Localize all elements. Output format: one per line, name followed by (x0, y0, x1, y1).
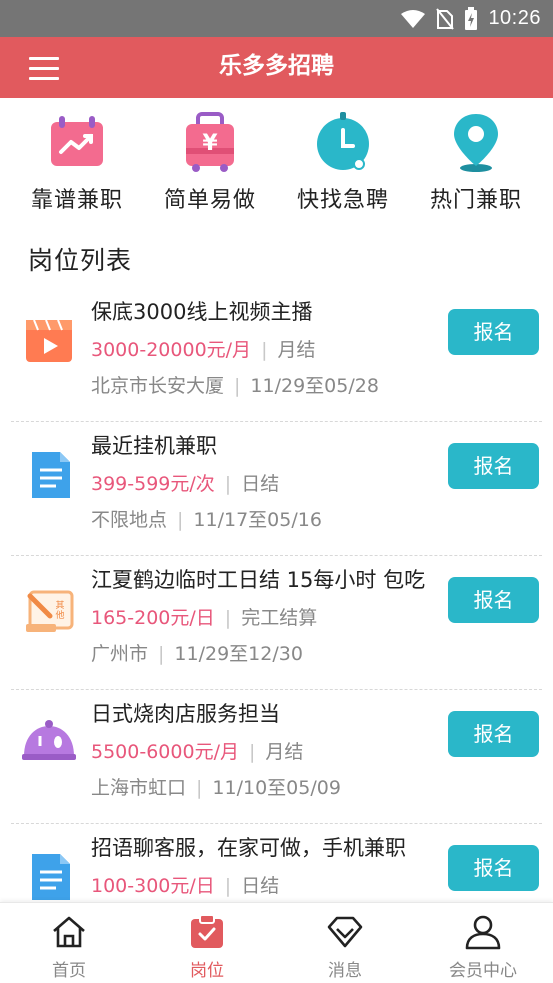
job-dates: 11/29至05/28 (250, 375, 379, 397)
job-pay: 5500-6000元/月 | 月结 (91, 741, 304, 763)
clock-icon (317, 112, 369, 170)
job-title: 招语聊客服，在家可做，手机兼职 (91, 836, 406, 860)
job-salary: 3000-20000元/月 (91, 339, 252, 361)
svg-text:¥: ¥ (202, 131, 218, 156)
document-icon (32, 452, 70, 498)
category-label: 简单易做 (163, 188, 256, 213)
apply-button[interactable]: 报名 (448, 711, 539, 757)
job-pay: 3000-20000元/月 | 月结 (91, 339, 316, 361)
job-info: 不限地点 | 11/17至05/16 (91, 509, 322, 531)
document-icon (32, 854, 70, 900)
user-icon (465, 915, 501, 950)
job-dates: 11/29至12/30 (174, 643, 303, 665)
job-location: 北京市长安大厦 (91, 375, 225, 397)
category-urgent-hiring[interactable]: 快找急聘 (278, 100, 408, 218)
section-title: 岗位列表 (28, 246, 133, 275)
svg-text:其: 其 (55, 600, 64, 611)
status-bar: 10:26 (0, 0, 553, 37)
job-pay: 100-300元/日 | 日结 (91, 875, 280, 897)
nav-label: 岗位 (190, 961, 224, 981)
job-info: 上海市虹口 | 11/10至05/09 (91, 777, 341, 799)
job-settlement: 日结 (241, 473, 280, 495)
job-settlement: 月结 (265, 741, 304, 763)
job-info: 广州市 | 11/29至12/30 (91, 643, 303, 665)
nav-messages[interactable]: 消息 (276, 903, 414, 983)
app-bar: 乐多多招聘 (0, 37, 553, 98)
job-settlement: 月结 (277, 339, 316, 361)
video-play-icon (26, 319, 72, 362)
other-pen-icon: 其 他 (26, 590, 74, 632)
nav-jobs[interactable]: 岗位 (138, 903, 276, 983)
wifi-icon (401, 9, 426, 28)
job-title: 日式烧肉店服务担当 (91, 702, 280, 726)
job-dates: 11/10至05/09 (212, 777, 341, 799)
job-settlement: 日结 (241, 875, 280, 897)
bottom-nav: 首页 岗位 消息 会员中心 (0, 902, 553, 983)
status-icons: 10:26 (400, 0, 541, 37)
job-dates: 11/17至05/16 (193, 509, 322, 531)
no-sim-icon (436, 7, 455, 30)
clipboard-check-icon (191, 914, 223, 948)
status-time: 10:26 (488, 7, 541, 29)
home-icon (53, 916, 85, 948)
job-item[interactable]: 招语聊客服，在家可做，手机兼职 100-300元/日 | 日结 报名 (0, 824, 553, 902)
job-title: 江夏鹤边临时工日结 15每小时 包吃 (91, 568, 426, 592)
job-pay: 165-200元/日 | 完工结算 (91, 607, 318, 629)
job-title: 最近挂机兼职 (91, 434, 217, 458)
job-salary: 399-599元/次 (91, 473, 215, 495)
job-item[interactable]: 最近挂机兼职 399-599元/次 | 日结 不限地点 | 11/17至05/16 报名 (0, 422, 553, 556)
diamond-icon (327, 916, 363, 948)
job-title: 保底3000线上视频主播 (91, 300, 313, 324)
category-reliable-parttime[interactable]: 靠谱兼职 (12, 100, 142, 218)
apply-button[interactable]: 报名 (448, 309, 539, 355)
job-list[interactable]: 保底3000线上视频主播 3000-20000元/月 | 月结 北京市长安大厦 | 11… (0, 288, 553, 902)
nav-home[interactable]: 首页 (0, 903, 138, 983)
page-title: 乐多多招聘 (219, 53, 334, 79)
chart-board-icon (51, 116, 103, 166)
category-label: 快找急聘 (296, 188, 389, 213)
job-info: 北京市长安大厦 | 11/29至05/28 (91, 375, 379, 397)
nav-member-center[interactable]: 会员中心 (414, 903, 552, 983)
job-location: 上海市虹口 (91, 777, 187, 799)
nav-label: 会员中心 (449, 961, 517, 981)
battery-charging-icon (465, 6, 478, 30)
job-item[interactable]: 保底3000线上视频主播 3000-20000元/月 | 月结 北京市长安大厦 | 11… (0, 288, 553, 422)
job-settlement: 完工结算 (241, 607, 318, 629)
job-location: 广州市 (91, 643, 149, 665)
yen-bag-icon: ¥ (186, 112, 234, 172)
category-grid: 靠谱兼职 ¥ 简单易做 快找急聘 热门兼职 (0, 100, 553, 218)
svg-text:他: 他 (55, 609, 64, 621)
category-label: 热门兼职 (429, 188, 522, 213)
job-location: 不限地点 (91, 509, 168, 531)
job-salary: 165-200元/日 (91, 607, 215, 629)
nav-label: 首页 (52, 961, 86, 981)
job-item[interactable]: 其 他 江夏鹤边临时工日结 15每小时 包吃 165-200元/日 | 完工结算 广… (0, 556, 553, 690)
apply-button[interactable]: 报名 (448, 577, 539, 623)
location-pin-icon (454, 114, 498, 172)
category-hot-parttime[interactable]: 热门兼职 (411, 100, 541, 218)
job-item[interactable]: 日式烧肉店服务担当 5500-6000元/月 | 月结 上海市虹口 | 11/10至05… (0, 690, 553, 824)
category-easy-jobs[interactable]: ¥ 简单易做 (145, 100, 275, 218)
apply-button[interactable]: 报名 (448, 845, 539, 891)
job-salary: 100-300元/日 (91, 875, 215, 897)
category-label: 靠谱兼职 (30, 188, 123, 213)
job-salary: 5500-6000元/月 (91, 741, 239, 763)
nav-label: 消息 (328, 961, 362, 981)
apply-button[interactable]: 报名 (448, 443, 539, 489)
job-pay: 399-599元/次 | 日结 (91, 473, 280, 495)
food-cover-icon (22, 720, 76, 760)
